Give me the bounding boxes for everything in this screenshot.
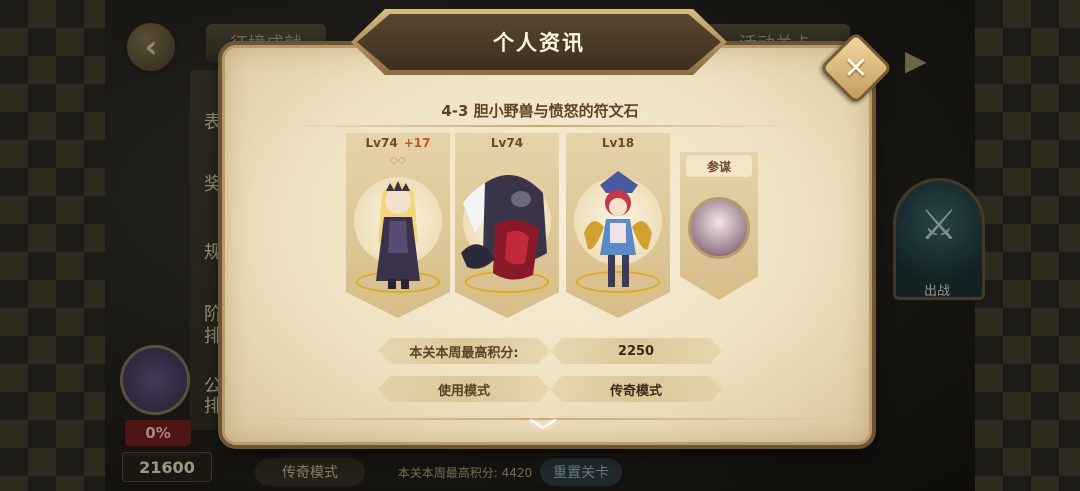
adviser-card[interactable]: 参谋	[680, 152, 758, 300]
weekly-best-score-label: 本关本周最高积分:	[378, 338, 550, 364]
divider	[280, 125, 800, 127]
adviser-portrait	[688, 197, 750, 259]
weekly-best-score-row: 本关本周最高积分: 2250	[378, 338, 722, 364]
dialog-title: 个人资讯	[493, 31, 585, 55]
mode-value: 传奇模式	[550, 376, 722, 402]
title-plaque: 个人资讯	[357, 14, 721, 70]
mode-row: 使用模式 传奇模式	[378, 376, 722, 402]
hero-figure-2	[461, 175, 547, 280]
close-icon[interactable]: ✕	[830, 42, 882, 94]
stage-title: 4-3 胆小野兽与愤怒的符文石	[441, 102, 639, 120]
adviser-label: 参谋	[686, 155, 752, 177]
chevron-down-icon[interactable]: ﹀	[507, 419, 579, 447]
hero-figure-1	[376, 181, 420, 289]
mode-label: 使用模式	[378, 376, 550, 402]
hero-level-value: Lv74	[490, 136, 524, 150]
weekly-best-score-value: 2250	[550, 338, 722, 364]
hero-level-value: Lv74	[365, 136, 398, 150]
hero-level: Lv18	[566, 136, 670, 150]
hero-card-3[interactable]: Lv18	[566, 133, 670, 318]
hero-level-value: Lv18	[601, 136, 635, 150]
hero-level-bonus: +17	[403, 136, 431, 150]
hero-card-2[interactable]: Lv74	[455, 133, 559, 318]
hero-level: Lv74 +17	[346, 136, 450, 150]
hero-level: Lv74	[455, 136, 559, 150]
hero-figure-3	[584, 171, 652, 287]
hero-card-1[interactable]: Lv74 +17 ◇◇	[346, 133, 450, 318]
